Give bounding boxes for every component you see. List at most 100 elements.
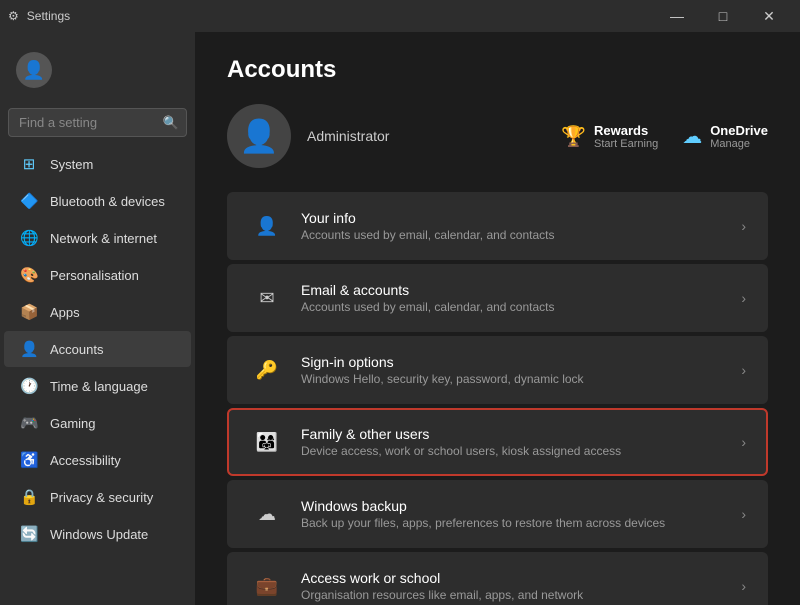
page-title: Accounts <box>227 56 768 84</box>
sidebar-item-time[interactable]: 🕐 Time & language <box>4 368 191 404</box>
update-icon: 🔄 <box>20 525 38 543</box>
email-accounts-text: Email & accounts Accounts used by email,… <box>301 282 741 314</box>
sign-in-desc: Windows Hello, security key, password, d… <box>301 372 741 386</box>
settings-item-backup[interactable]: ☁ Windows backup Back up your files, app… <box>227 480 768 548</box>
sidebar-item-privacy[interactable]: 🔒 Privacy & security <box>4 479 191 515</box>
account-avatar: 👤 <box>227 104 291 168</box>
your-info-chevron: › <box>741 218 746 234</box>
titlebar-title: Settings <box>27 9 70 23</box>
rewards-title: Rewards <box>594 123 658 138</box>
work-school-title: Access work or school <box>301 570 741 586</box>
email-accounts-icon: ✉ <box>249 280 285 316</box>
sidebar-item-network[interactable]: 🌐 Network & internet <box>4 220 191 256</box>
account-name: Administrator <box>307 128 389 144</box>
privacy-icon: 🔒 <box>20 488 38 506</box>
backup-chevron: › <box>741 506 746 522</box>
sign-in-text: Sign-in options Windows Hello, security … <box>301 354 741 386</box>
account-header: 👤 Administrator 🏆 Rewards Start Earning … <box>227 104 768 168</box>
your-info-title: Your info <box>301 210 741 226</box>
family-icon: 👨‍👩‍👧 <box>249 424 285 460</box>
settings-item-family[interactable]: 👨‍👩‍👧 Family & other users Device access… <box>227 408 768 476</box>
nav-list: ⊞ System 🔷 Bluetooth & devices 🌐 Network… <box>0 145 195 553</box>
sidebar-label-time: Time & language <box>50 379 148 394</box>
onedrive-icon: ☁ <box>682 124 702 149</box>
settings-item-email-accounts[interactable]: ✉ Email & accounts Accounts used by emai… <box>227 264 768 332</box>
onedrive-action[interactable]: ☁ OneDrive Manage <box>682 123 768 150</box>
sign-in-chevron: › <box>741 362 746 378</box>
apps-icon: 📦 <box>20 303 38 321</box>
titlebar-controls: — □ ✕ <box>654 0 792 32</box>
family-title: Family & other users <box>301 426 741 442</box>
your-info-desc: Accounts used by email, calendar, and co… <box>301 228 741 242</box>
sidebar-item-accounts[interactable]: 👤 Accounts <box>4 331 191 367</box>
sidebar-label-accessibility: Accessibility <box>50 453 121 468</box>
email-accounts-desc: Accounts used by email, calendar, and co… <box>301 300 741 314</box>
sidebar-item-apps[interactable]: 📦 Apps <box>4 294 191 330</box>
work-school-chevron: › <box>741 578 746 594</box>
sidebar-label-accounts: Accounts <box>50 342 103 357</box>
accessibility-icon: ♿ <box>20 451 38 469</box>
rewards-action[interactable]: 🏆 Rewards Start Earning <box>561 123 658 150</box>
search-box: 🔍 <box>8 108 187 137</box>
sidebar: 👤 🔍 ⊞ System 🔷 Bluetooth & devices 🌐 Net… <box>0 32 195 605</box>
search-icon: 🔍 <box>163 115 179 131</box>
onedrive-title: OneDrive <box>710 123 768 138</box>
accounts-icon: 👤 <box>20 340 38 358</box>
email-accounts-title: Email & accounts <box>301 282 741 298</box>
sidebar-label-bluetooth: Bluetooth & devices <box>50 194 165 209</box>
sign-in-icon: 🔑 <box>249 352 285 388</box>
family-desc: Device access, work or school users, kio… <box>301 444 741 458</box>
sign-in-title: Sign-in options <box>301 354 741 370</box>
titlebar-left: ⚙ Settings <box>8 9 70 23</box>
sidebar-label-personalisation: Personalisation <box>50 268 139 283</box>
settings-icon: ⚙ <box>8 9 19 23</box>
minimize-button[interactable]: — <box>654 0 700 32</box>
settings-item-your-info[interactable]: 👤 Your info Accounts used by email, cale… <box>227 192 768 260</box>
sidebar-label-gaming: Gaming <box>50 416 96 431</box>
network-icon: 🌐 <box>20 229 38 247</box>
sidebar-label-apps: Apps <box>50 305 80 320</box>
titlebar: ⚙ Settings — □ ✕ <box>0 0 800 32</box>
account-header-left: 👤 Administrator <box>227 104 389 168</box>
family-chevron: › <box>741 434 746 450</box>
sidebar-item-system[interactable]: ⊞ System <box>4 146 191 182</box>
settings-item-work-school[interactable]: 💼 Access work or school Organisation res… <box>227 552 768 605</box>
account-header-right: 🏆 Rewards Start Earning ☁ OneDrive Manag… <box>561 123 768 150</box>
close-button[interactable]: ✕ <box>746 0 792 32</box>
gaming-icon: 🎮 <box>20 414 38 432</box>
sidebar-item-update[interactable]: 🔄 Windows Update <box>4 516 191 552</box>
backup-desc: Back up your files, apps, preferences to… <box>301 516 741 530</box>
your-info-icon: 👤 <box>249 208 285 244</box>
onedrive-subtitle: Manage <box>710 138 768 150</box>
settings-list: 👤 Your info Accounts used by email, cale… <box>227 192 768 605</box>
settings-item-sign-in[interactable]: 🔑 Sign-in options Windows Hello, securit… <box>227 336 768 404</box>
sidebar-item-accessibility[interactable]: ♿ Accessibility <box>4 442 191 478</box>
sidebar-item-gaming[interactable]: 🎮 Gaming <box>4 405 191 441</box>
family-text: Family & other users Device access, work… <box>301 426 741 458</box>
backup-text: Windows backup Back up your files, apps,… <box>301 498 741 530</box>
sidebar-label-system: System <box>50 157 93 172</box>
search-input[interactable] <box>8 108 187 137</box>
maximize-button[interactable]: □ <box>700 0 746 32</box>
work-school-text: Access work or school Organisation resou… <box>301 570 741 602</box>
sidebar-label-update: Windows Update <box>50 527 148 542</box>
onedrive-text: OneDrive Manage <box>710 123 768 150</box>
rewards-subtitle: Start Earning <box>594 138 658 150</box>
rewards-text: Rewards Start Earning <box>594 123 658 150</box>
system-icon: ⊞ <box>20 155 38 173</box>
sidebar-avatar: 👤 <box>16 52 52 88</box>
bluetooth-icon: 🔷 <box>20 192 38 210</box>
sidebar-label-network: Network & internet <box>50 231 157 246</box>
rewards-icon: 🏆 <box>561 124 586 149</box>
work-school-icon: 💼 <box>249 568 285 604</box>
content-area: Accounts 👤 Administrator 🏆 Rewards Start… <box>195 32 800 605</box>
work-school-desc: Organisation resources like email, apps,… <box>301 588 741 602</box>
email-accounts-chevron: › <box>741 290 746 306</box>
sidebar-item-bluetooth[interactable]: 🔷 Bluetooth & devices <box>4 183 191 219</box>
sidebar-item-personalisation[interactable]: 🎨 Personalisation <box>4 257 191 293</box>
sidebar-profile: 👤 <box>0 40 195 100</box>
your-info-text: Your info Accounts used by email, calend… <box>301 210 741 242</box>
time-icon: 🕐 <box>20 377 38 395</box>
personalisation-icon: 🎨 <box>20 266 38 284</box>
backup-title: Windows backup <box>301 498 741 514</box>
